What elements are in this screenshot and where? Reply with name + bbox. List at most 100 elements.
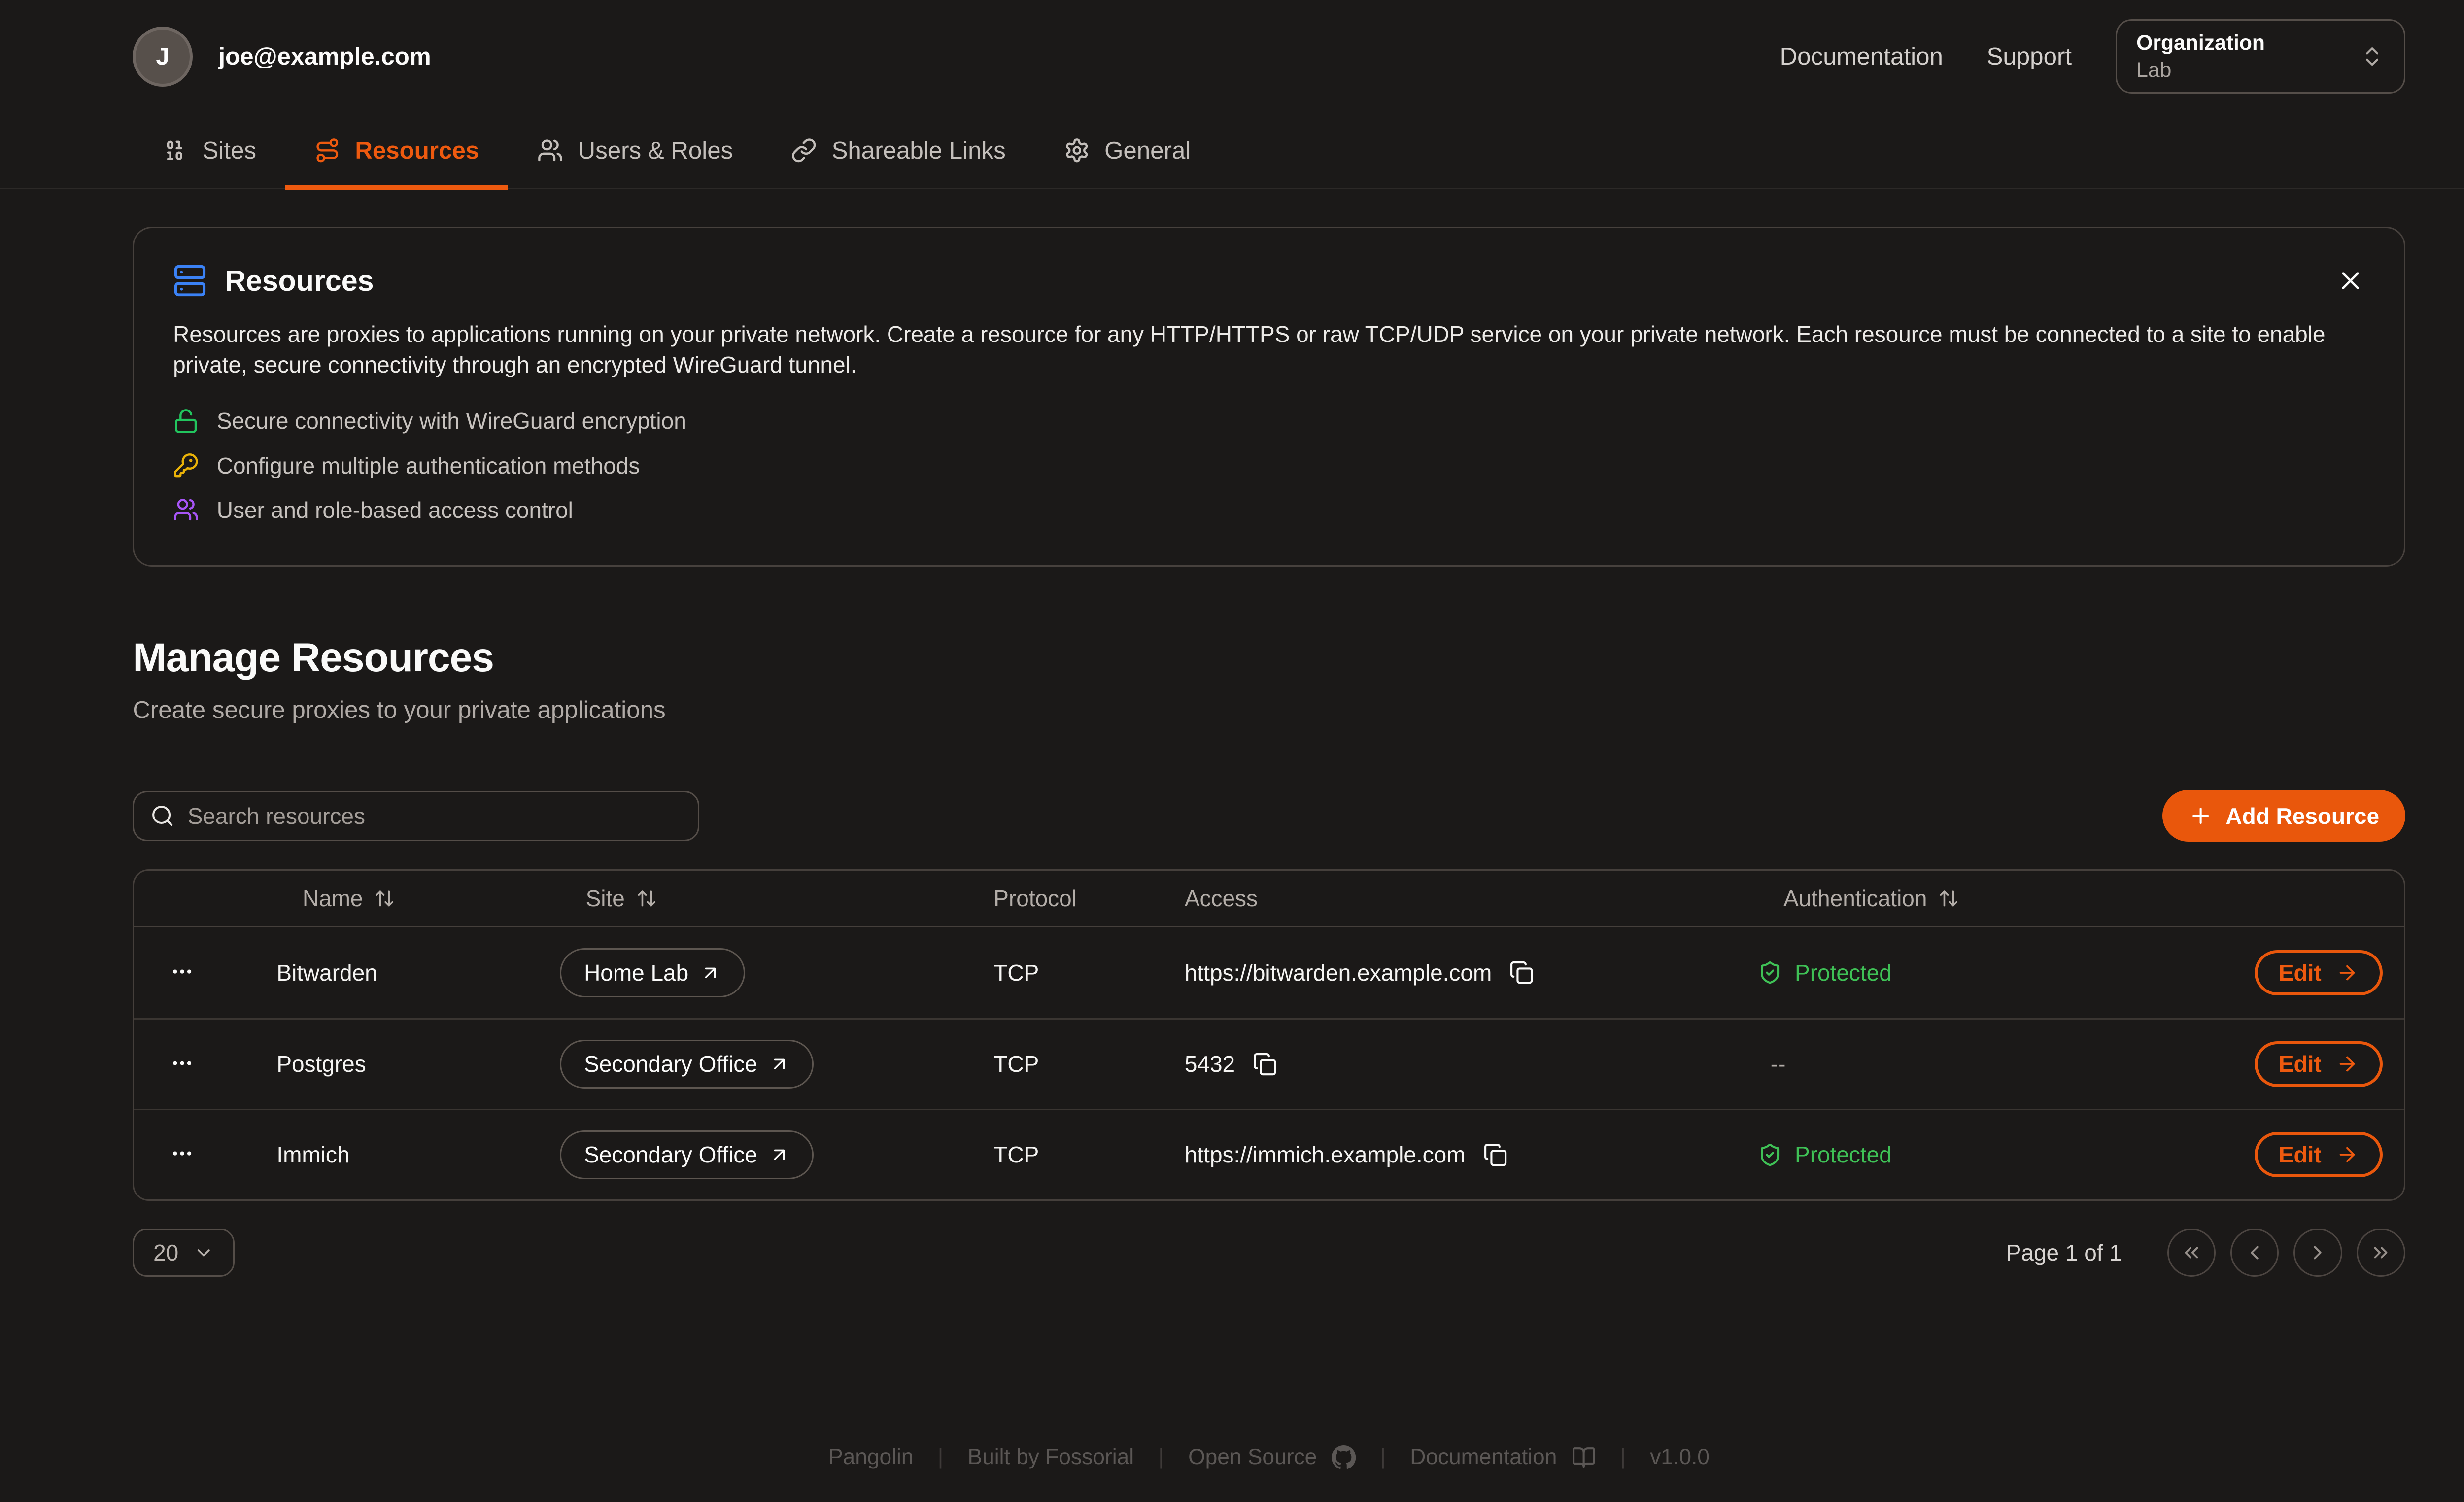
row-menu-icon[interactable] bbox=[167, 1138, 197, 1169]
prev-page-button[interactable] bbox=[2230, 1229, 2279, 1277]
sort-arrows-icon bbox=[374, 888, 395, 909]
chevron-left-icon bbox=[2243, 1241, 2266, 1264]
add-resource-button[interactable]: Add Resource bbox=[2162, 790, 2405, 842]
info-card-description: Resources are proxies to applications ru… bbox=[173, 319, 2365, 380]
tab-resources[interactable]: Resources bbox=[285, 113, 508, 188]
table-row: Immich Secondary Office TCP https://immi… bbox=[134, 1109, 2403, 1199]
first-page-button[interactable] bbox=[2167, 1229, 2216, 1277]
tab-label: Users & Roles bbox=[578, 137, 733, 165]
organization-value: Lab bbox=[2136, 58, 2347, 82]
shield-check-icon bbox=[1758, 1143, 1782, 1167]
footer-version: v1.0.0 bbox=[1650, 1445, 1710, 1469]
site-name: Secondary Office bbox=[584, 1051, 757, 1077]
shield-check-icon bbox=[1758, 960, 1782, 985]
chevrons-up-down-icon bbox=[2360, 44, 2384, 68]
tab-sites[interactable]: Sites bbox=[133, 113, 285, 188]
lock-icon bbox=[173, 408, 199, 434]
auth-status: Protected bbox=[1758, 959, 2219, 986]
resource-name: Immich bbox=[276, 1141, 560, 1168]
avatar[interactable]: J bbox=[133, 27, 193, 87]
table-header-access: Access bbox=[1159, 885, 1757, 912]
copy-icon[interactable] bbox=[1253, 1052, 1277, 1076]
site-link-button[interactable]: Secondary Office bbox=[560, 1040, 814, 1089]
footer-separator: | bbox=[1620, 1445, 1626, 1469]
page-info: Page 1 of 1 bbox=[2006, 1239, 2122, 1266]
search-input[interactable] bbox=[188, 803, 682, 829]
route-icon bbox=[314, 137, 341, 164]
search-box bbox=[133, 791, 699, 841]
feature-text: Configure multiple authentication method… bbox=[217, 452, 640, 479]
page-title: Manage Resources bbox=[133, 635, 2405, 681]
auth-status: -- bbox=[1758, 1051, 2219, 1077]
footer-separator: | bbox=[1380, 1445, 1386, 1469]
plus-icon bbox=[2189, 804, 2213, 828]
footer-documentation-link[interactable]: Documentation bbox=[1410, 1445, 1596, 1469]
nav-link-support[interactable]: Support bbox=[1987, 42, 2072, 70]
tab-label: Shareable Links bbox=[832, 137, 1006, 165]
sort-arrows-icon bbox=[636, 888, 657, 909]
site-name: Secondary Office bbox=[584, 1141, 757, 1168]
edit-button[interactable]: Edit bbox=[2255, 950, 2383, 995]
resources-table: Name Site Protocol Access Authentication bbox=[133, 869, 2405, 1201]
user-email: joe@example.com bbox=[218, 42, 431, 70]
resource-protocol: TCP bbox=[968, 1051, 1159, 1077]
top-bar: J joe@example.com Documentation Support … bbox=[0, 0, 2464, 113]
edit-label: Edit bbox=[2279, 959, 2322, 986]
tab-general[interactable]: General bbox=[1035, 113, 1220, 188]
edit-button[interactable]: Edit bbox=[2255, 1041, 2383, 1087]
close-icon[interactable] bbox=[2336, 266, 2365, 295]
row-menu-icon[interactable] bbox=[167, 1048, 197, 1078]
feature-text: Secure connectivity with WireGuard encry… bbox=[217, 408, 686, 434]
tab-users-roles[interactable]: Users & Roles bbox=[508, 113, 762, 188]
search-icon bbox=[150, 804, 174, 828]
resource-protocol: TCP bbox=[968, 959, 1159, 986]
footer-open-source-link[interactable]: Open Source bbox=[1188, 1445, 1356, 1469]
table-body: Bitwarden Home Lab TCP https://bitwarden… bbox=[134, 927, 2403, 1199]
table-header-authentication[interactable]: Authentication bbox=[1758, 885, 2219, 912]
site-link-button[interactable]: Secondary Office bbox=[560, 1130, 814, 1179]
gear-icon bbox=[1064, 137, 1090, 164]
organization-picker[interactable]: Organization Lab bbox=[2116, 19, 2405, 94]
arrow-right-icon bbox=[2336, 1053, 2359, 1075]
tab-bar: Sites Resources Users & Roles Shareable … bbox=[0, 113, 2464, 189]
table-header-protocol: Protocol bbox=[968, 885, 1159, 912]
feature-secure-connectivity: Secure connectivity with WireGuard encry… bbox=[173, 408, 2365, 434]
footer-brand: Pangolin bbox=[828, 1445, 914, 1469]
resources-info-card: Resources Resources are proxies to appli… bbox=[133, 227, 2405, 567]
tab-shareable-links[interactable]: Shareable Links bbox=[762, 113, 1035, 188]
last-page-button[interactable] bbox=[2357, 1229, 2405, 1277]
users-icon bbox=[537, 137, 563, 164]
row-menu-icon[interactable] bbox=[167, 956, 197, 987]
page-size-select[interactable]: 20 bbox=[133, 1229, 235, 1277]
site-link-button[interactable]: Home Lab bbox=[560, 948, 745, 997]
footer-separator: | bbox=[938, 1445, 944, 1469]
copy-icon[interactable] bbox=[1509, 960, 1534, 985]
organization-label: Organization bbox=[2136, 31, 2347, 55]
table-header-site[interactable]: Site bbox=[560, 885, 968, 912]
table-row: Postgres Secondary Office TCP 5432 bbox=[134, 1018, 2403, 1109]
resource-access: 5432 bbox=[1185, 1051, 1235, 1077]
chevrons-right-icon bbox=[2369, 1241, 2392, 1264]
copy-icon[interactable] bbox=[1483, 1143, 1507, 1167]
site-name: Home Lab bbox=[584, 959, 688, 986]
tab-label: General bbox=[1104, 137, 1191, 165]
resource-access: https://bitwarden.example.com bbox=[1185, 959, 1492, 986]
edit-button[interactable]: Edit bbox=[2255, 1132, 2383, 1177]
nav-link-documentation[interactable]: Documentation bbox=[1780, 42, 1943, 70]
sort-arrows-icon bbox=[1938, 888, 1959, 909]
arrow-right-icon bbox=[2336, 961, 2359, 984]
next-page-button[interactable] bbox=[2293, 1229, 2342, 1277]
footer-separator: | bbox=[1158, 1445, 1164, 1469]
footer-built-by: Built by Fossorial bbox=[968, 1445, 1134, 1469]
avatar-initial: J bbox=[156, 42, 169, 70]
table-header-name[interactable]: Name bbox=[276, 885, 560, 912]
link-icon bbox=[791, 137, 817, 164]
table-header-row: Name Site Protocol Access Authentication bbox=[134, 871, 2403, 927]
feature-authentication-methods: Configure multiple authentication method… bbox=[173, 452, 2365, 479]
arrow-up-right-icon bbox=[769, 1054, 790, 1075]
arrow-up-right-icon bbox=[700, 962, 721, 984]
arrow-right-icon bbox=[2336, 1143, 2359, 1166]
resource-access: https://immich.example.com bbox=[1185, 1141, 1466, 1168]
feature-text: User and role-based access control bbox=[217, 497, 573, 523]
resource-name: Bitwarden bbox=[276, 959, 560, 986]
